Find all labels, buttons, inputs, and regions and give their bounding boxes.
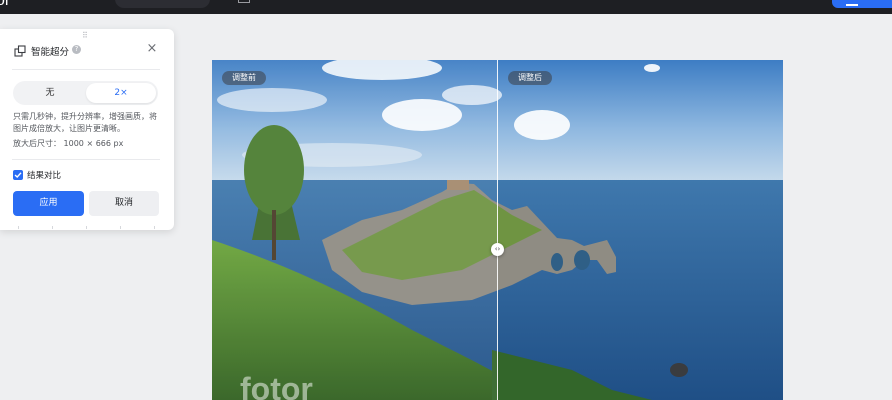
- image-canvas[interactable]: fotor 调整前 调整后 ‹›: [212, 60, 783, 400]
- before-label: 调整前: [222, 71, 266, 85]
- divider: [12, 69, 160, 70]
- panel-footer-ticks: [18, 226, 158, 230]
- scale-option-none[interactable]: 无: [15, 83, 85, 103]
- download-icon: [846, 0, 858, 6]
- top-action-button[interactable]: [832, 0, 892, 8]
- scale-option-2x[interactable]: 2×: [86, 83, 156, 103]
- scale-selector: 无 2×: [13, 81, 158, 105]
- compare-checkbox[interactable]: [13, 170, 23, 180]
- top-bar: or: [0, 0, 892, 14]
- download-icon[interactable]: [238, 0, 250, 3]
- super-resolution-panel: ⠿ 智能超分 ? × 无 2× 只需几秒钟，提升分辨率，增强画质，将图片成倍放大…: [0, 29, 174, 230]
- help-icon[interactable]: ?: [72, 45, 81, 54]
- compare-divider[interactable]: [497, 60, 498, 400]
- panel-description: 只需几秒钟，提升分辨率，增强画质，将图片成倍放大，让图片更清晰。: [13, 112, 157, 133]
- app-logo[interactable]: or: [0, 0, 10, 10]
- after-label: 调整后: [508, 71, 552, 85]
- close-icon[interactable]: ×: [145, 42, 159, 56]
- cancel-button[interactable]: 取消: [89, 191, 159, 216]
- drag-handle-icon[interactable]: ⠿: [82, 31, 89, 40]
- check-icon: [14, 172, 22, 178]
- divider: [12, 159, 160, 160]
- top-nav-pill[interactable]: [115, 0, 210, 8]
- panel-title: 智能超分: [31, 47, 70, 58]
- compare-label: 结果对比: [27, 171, 62, 181]
- output-size: 放大后尺寸： 1000 × 666 px: [13, 139, 124, 148]
- apply-button[interactable]: 应用: [13, 191, 84, 216]
- fotor-watermark: fotor: [240, 371, 313, 400]
- upscale-icon: [14, 45, 26, 57]
- compare-slider-handle[interactable]: ‹›: [491, 243, 504, 256]
